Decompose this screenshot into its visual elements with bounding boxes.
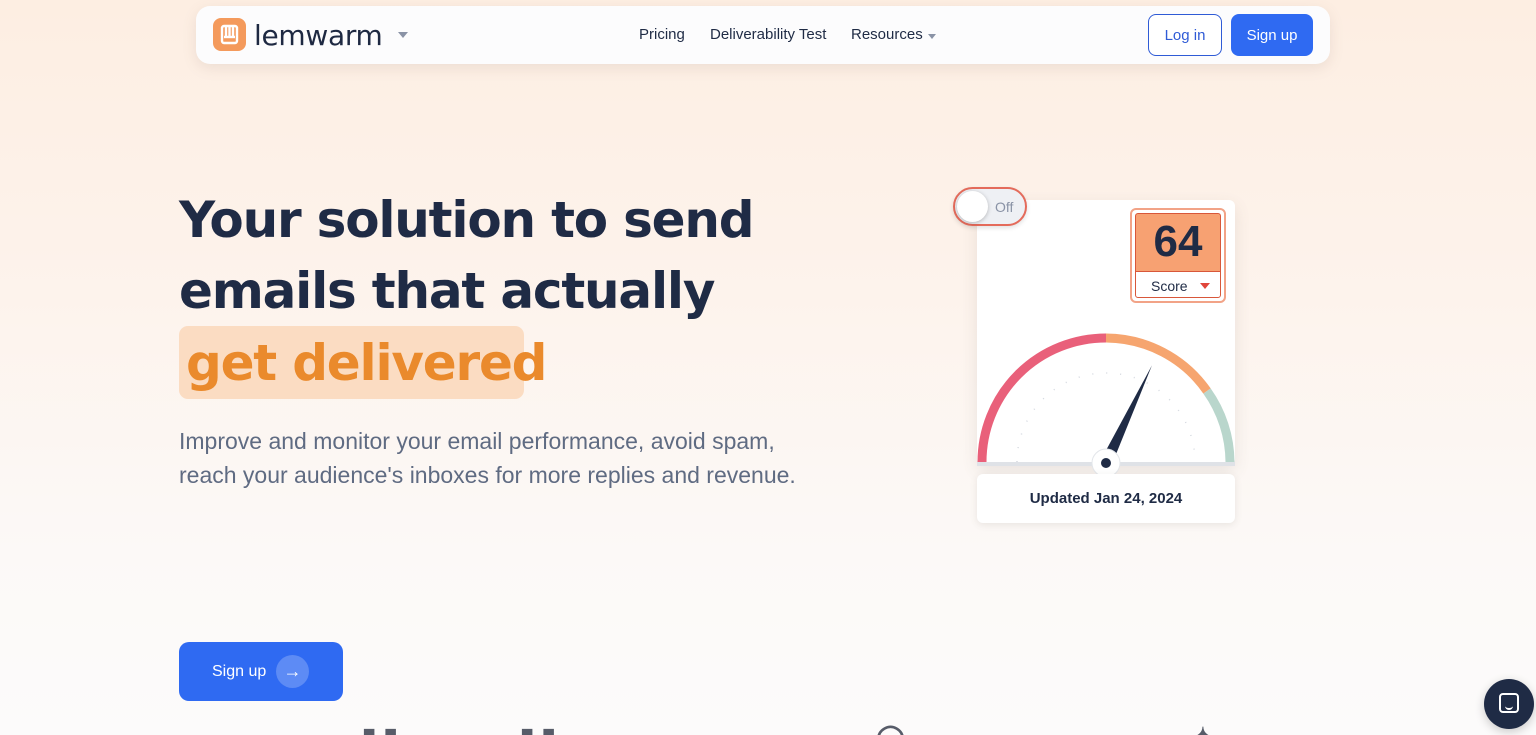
nav-link-deliverability-test[interactable]: Deliverability Test <box>710 26 826 43</box>
partner-logo-3: ▬ ▬▬▬ <box>664 722 775 735</box>
partner-logo-5: ✦ <box>1192 722 1214 735</box>
top-navbar: lemwarm Pricing Deliverability Test Reso… <box>196 6 1330 64</box>
partner-logo-2: ▮ ▮ <box>520 722 556 735</box>
brand-name[interactable]: lemwarm <box>254 19 383 52</box>
gauge-arc-orange <box>1105 333 1211 394</box>
hero-highlight: get delivered <box>179 326 547 399</box>
hero-heading-line-1: Your solution to send <box>179 191 755 249</box>
gauge-arc-teal <box>1203 388 1235 463</box>
score-badge: 64 Score <box>1130 208 1226 303</box>
nav-signup-button[interactable]: Sign up <box>1231 14 1313 56</box>
partner-logo-4: ◯ ▬▬▬ <box>876 722 990 735</box>
chat-launcher-button[interactable] <box>1484 679 1534 729</box>
partner-logos-row: ▮ ▮ ▮ ▮ ▬ ▬▬▬ ◯ ▬▬▬ ✦ <box>0 716 1536 735</box>
deliverability-gauge <box>977 333 1235 478</box>
nav-link-resources[interactable]: Resources <box>851 26 923 43</box>
toggle-label: Off <box>995 199 1014 215</box>
brand-chevron-down-icon[interactable] <box>398 32 408 38</box>
updated-date: Updated Jan 24, 2024 <box>1029 490 1183 507</box>
gauge-arc-red <box>977 333 1107 463</box>
arrow-right-icon: → <box>276 655 309 688</box>
resources-chevron-down-icon[interactable] <box>928 34 936 39</box>
hero-signup-label: Sign up <box>212 663 267 680</box>
chat-icon <box>1499 693 1519 713</box>
nav-link-pricing[interactable]: Pricing <box>639 26 685 43</box>
partner-logo-1: ▮ ▮ <box>362 722 398 735</box>
score-down-triangle-icon <box>1200 283 1210 289</box>
hero-signup-button[interactable]: Sign up → <box>179 642 343 701</box>
login-button[interactable]: Log in <box>1148 14 1222 56</box>
score-label: Score <box>1151 278 1188 294</box>
lemwarm-logo-icon[interactable] <box>213 18 246 51</box>
warmup-toggle[interactable]: Off <box>953 187 1027 226</box>
hero-highlight-text: get delivered <box>186 334 547 392</box>
updated-bar: Updated Jan 24, 2024 <box>977 474 1235 523</box>
hero-heading-line-2: emails that actually <box>179 262 715 320</box>
toggle-knob <box>957 191 988 222</box>
score-value: 64 <box>1153 217 1203 266</box>
hero-subtitle: Improve and monitor your email performan… <box>179 428 796 488</box>
